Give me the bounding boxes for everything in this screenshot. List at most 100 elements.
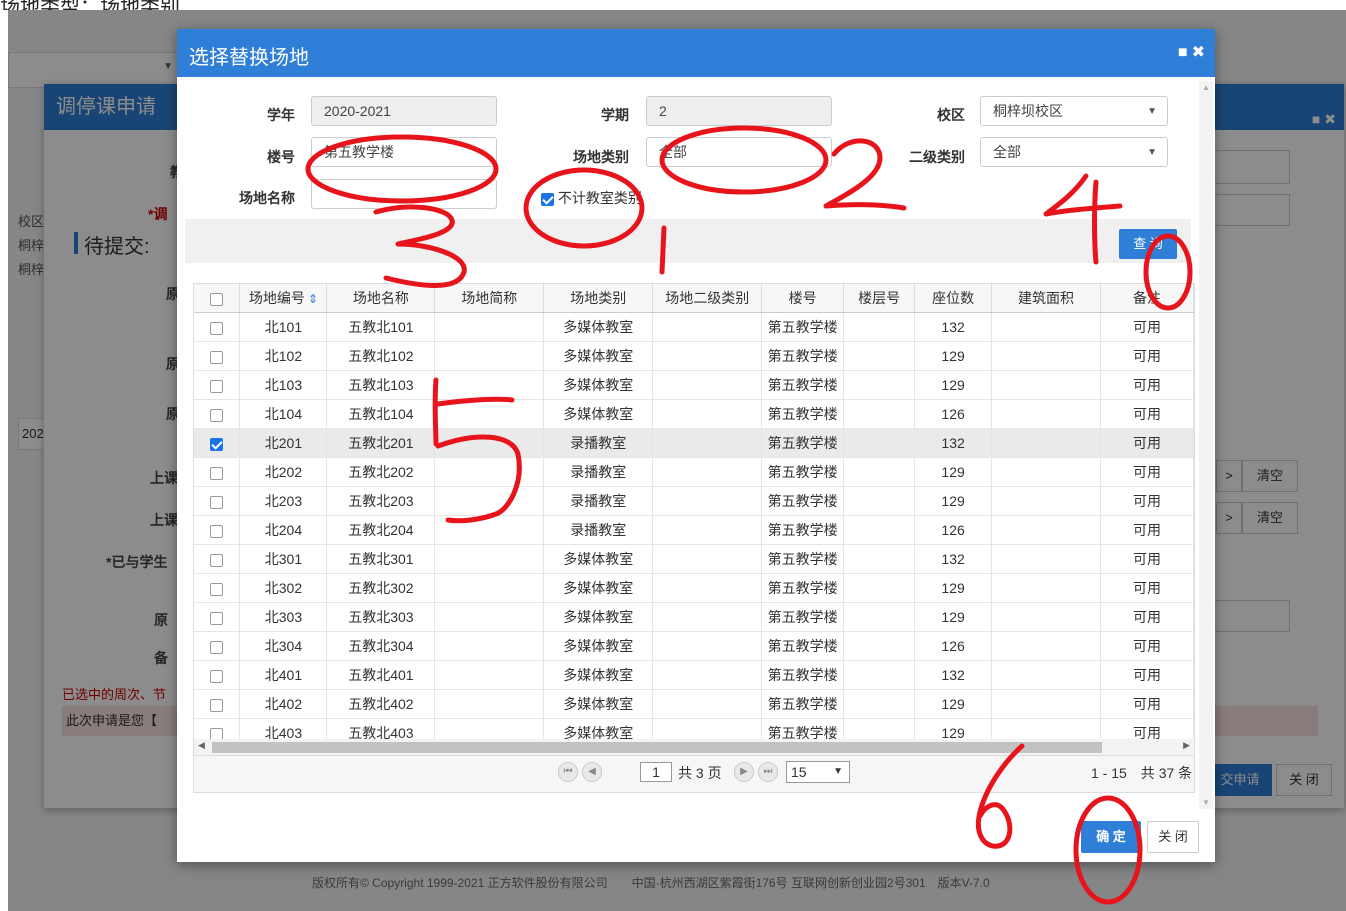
subtype-label: 二级类别 bbox=[909, 149, 965, 165]
scrollbar-thumb[interactable] bbox=[212, 742, 1102, 753]
last-page-icon[interactable]: ⏭ bbox=[758, 762, 778, 782]
cell-area bbox=[991, 544, 1101, 574]
table-row[interactable]: 北101 五教北101 多媒体教室 第五教学楼 132 可用 bbox=[194, 312, 1194, 342]
row-checkbox[interactable] bbox=[210, 408, 224, 422]
table-row[interactable]: 北301 五教北301 多媒体教室 第五教学楼 132 可用 bbox=[194, 544, 1194, 574]
row-select-cell[interactable] bbox=[194, 602, 241, 632]
sort-icon[interactable]: ⇕ bbox=[308, 292, 318, 306]
row-checkbox[interactable] bbox=[210, 640, 224, 654]
ignore-room-type-label: 不计教室类别 bbox=[557, 190, 642, 206]
cell-seats: 126 bbox=[914, 631, 993, 661]
cell-note: 可用 bbox=[1100, 312, 1194, 342]
cell-code: 北101 bbox=[239, 312, 328, 342]
select-all-checkbox[interactable] bbox=[210, 292, 224, 306]
table-row[interactable]: 北402 五教北402 多媒体教室 第五教学楼 129 可用 bbox=[194, 689, 1194, 719]
table-row[interactable]: 北303 五教北303 多媒体教室 第五教学楼 129 可用 bbox=[194, 602, 1194, 632]
close-icon[interactable]: ✖ bbox=[1192, 44, 1205, 61]
venue-name-input[interactable] bbox=[311, 179, 497, 209]
vertical-scrollbar[interactable]: ▲ ▼ bbox=[1199, 81, 1213, 809]
cell-type: 多媒体教室 bbox=[543, 602, 654, 632]
row-select-cell[interactable] bbox=[194, 544, 241, 574]
page-number-input[interactable]: 1 bbox=[640, 762, 672, 782]
table-row[interactable]: 北201 五教北201 录播教室 第五教学楼 132 可用 bbox=[194, 428, 1194, 458]
row-select-cell[interactable] bbox=[194, 515, 241, 545]
table-row[interactable]: 北304 五教北304 多媒体教室 第五教学楼 126 可用 bbox=[194, 631, 1194, 661]
col-header-building[interactable]: 楼号 bbox=[761, 284, 845, 313]
cell-subtype bbox=[652, 660, 763, 690]
col-header-name[interactable]: 场地名称 bbox=[326, 284, 436, 313]
row-select-cell[interactable] bbox=[194, 689, 241, 719]
col-header-area[interactable]: 建筑面积 bbox=[991, 284, 1101, 313]
cell-note: 可用 bbox=[1100, 573, 1194, 603]
ignore-room-type-checkbox[interactable] bbox=[541, 192, 554, 206]
row-select-cell[interactable] bbox=[194, 341, 241, 371]
cell-floor bbox=[843, 486, 916, 516]
venue-type-input[interactable]: 全部 bbox=[646, 137, 832, 167]
close-button[interactable]: 关 闭 bbox=[1147, 821, 1199, 853]
row-select-cell[interactable] bbox=[194, 486, 241, 516]
table-row[interactable]: 北203 五教北203 录播教室 第五教学楼 129 可用 bbox=[194, 486, 1194, 516]
row-checkbox[interactable] bbox=[210, 437, 224, 451]
row-select-cell[interactable] bbox=[194, 428, 241, 458]
cell-seats: 129 bbox=[914, 457, 993, 487]
table-row[interactable]: 北104 五教北104 多媒体教室 第五教学楼 126 可用 bbox=[194, 399, 1194, 429]
col-header-note[interactable]: 备注 bbox=[1100, 284, 1194, 313]
cell-short bbox=[434, 457, 545, 487]
cell-code: 北301 bbox=[239, 544, 328, 574]
building-input[interactable]: 第五教学楼 bbox=[311, 137, 497, 167]
col-header-floor[interactable]: 楼层号 bbox=[843, 284, 916, 313]
row-checkbox[interactable] bbox=[210, 379, 224, 393]
scroll-up-icon[interactable]: ▲ bbox=[1202, 83, 1210, 92]
horizontal-scrollbar[interactable]: ◀ ▶ bbox=[194, 739, 1194, 755]
col-header-type[interactable]: 场地类别 bbox=[543, 284, 654, 313]
cell-short bbox=[434, 573, 545, 603]
row-checkbox[interactable] bbox=[210, 466, 224, 480]
table-row[interactable]: 北202 五教北202 录播教室 第五教学楼 129 可用 bbox=[194, 457, 1194, 487]
subtype-select[interactable]: 全部 ▼ bbox=[980, 137, 1168, 167]
scroll-right-icon[interactable]: ▶ bbox=[1183, 740, 1190, 751]
row-checkbox[interactable] bbox=[210, 350, 224, 364]
table-row[interactable]: 北102 五教北102 多媒体教室 第五教学楼 129 可用 bbox=[194, 341, 1194, 371]
cell-subtype bbox=[652, 399, 763, 429]
cell-subtype bbox=[652, 370, 763, 400]
col-header-seats[interactable]: 座位数 bbox=[914, 284, 993, 313]
row-checkbox[interactable] bbox=[210, 553, 224, 567]
confirm-button[interactable]: 确 定 bbox=[1081, 821, 1141, 853]
row-checkbox[interactable] bbox=[210, 611, 224, 625]
ignore-room-type-option[interactable]: 不计教室类别 bbox=[541, 188, 642, 208]
query-button[interactable]: 查 询 bbox=[1119, 229, 1177, 259]
first-page-icon[interactable]: ⏮ bbox=[558, 762, 578, 782]
next-page-icon[interactable]: ▶ bbox=[734, 762, 754, 782]
row-checkbox[interactable] bbox=[210, 669, 224, 683]
row-select-cell[interactable] bbox=[194, 573, 241, 603]
row-select-cell[interactable] bbox=[194, 370, 241, 400]
cell-floor bbox=[843, 515, 916, 545]
row-checkbox[interactable] bbox=[210, 524, 224, 538]
cell-seats: 129 bbox=[914, 602, 993, 632]
table-row[interactable]: 北302 五教北302 多媒体教室 第五教学楼 129 可用 bbox=[194, 573, 1194, 603]
campus-select[interactable]: 桐梓坝校区 ▼ bbox=[980, 96, 1168, 126]
col-header-code[interactable]: 场地编号 ⇕ bbox=[239, 284, 328, 313]
prev-page-icon[interactable]: ◀ bbox=[582, 762, 602, 782]
cell-code: 北304 bbox=[239, 631, 328, 661]
row-select-cell[interactable] bbox=[194, 399, 241, 429]
select-all-cell[interactable] bbox=[194, 284, 241, 313]
col-header-short[interactable]: 场地简称 bbox=[434, 284, 545, 313]
table-row[interactable]: 北103 五教北103 多媒体教室 第五教学楼 129 可用 bbox=[194, 370, 1194, 400]
row-checkbox[interactable] bbox=[210, 495, 224, 509]
row-checkbox[interactable] bbox=[210, 321, 224, 335]
row-select-cell[interactable] bbox=[194, 312, 241, 342]
scroll-left-icon[interactable]: ◀ bbox=[198, 740, 205, 751]
row-checkbox[interactable] bbox=[210, 698, 224, 712]
row-checkbox[interactable] bbox=[210, 582, 224, 596]
scroll-down-icon[interactable]: ▼ bbox=[1202, 798, 1210, 807]
table-row[interactable]: 北401 五教北401 多媒体教室 第五教学楼 132 可用 bbox=[194, 660, 1194, 690]
page-size-select[interactable]: 15 ▼ bbox=[786, 761, 850, 783]
cell-seats: 132 bbox=[914, 544, 993, 574]
table-row[interactable]: 北204 五教北204 录播教室 第五教学楼 126 可用 bbox=[194, 515, 1194, 545]
maximize-icon[interactable]: ■ bbox=[1178, 44, 1188, 61]
row-select-cell[interactable] bbox=[194, 660, 241, 690]
row-select-cell[interactable] bbox=[194, 457, 241, 487]
col-header-subtype[interactable]: 场地二级类别 bbox=[652, 284, 763, 313]
row-select-cell[interactable] bbox=[194, 631, 241, 661]
